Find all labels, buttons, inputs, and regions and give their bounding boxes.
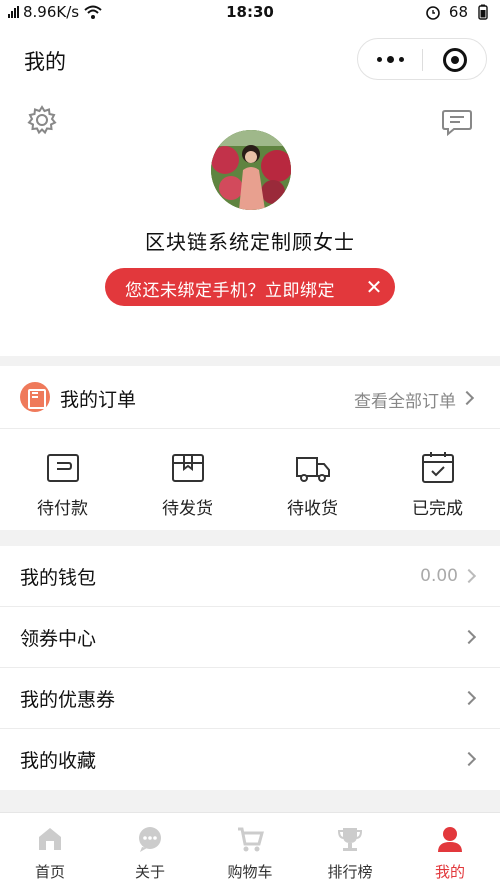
menu-item-coupon-center[interactable]: 领券中心 [0,607,500,668]
user-icon [438,827,462,852]
view-all-orders-link[interactable]: 查看全部订单 [354,387,456,412]
battery-level: 68 [448,3,468,21]
tab-label: 首页 [34,863,65,881]
tab-label: 我的 [434,863,465,881]
tab-label: 关于 [134,863,165,881]
close-icon[interactable]: ✕ [363,275,385,299]
order-item-label: 待付款 [37,499,88,519]
bottom-tab-bar: 首页 关于 购物车 排行榜 我的 [0,812,500,889]
bind-phone-banner[interactable]: 您还未绑定手机？立即绑定 ✕ [105,268,395,306]
orders-header[interactable]: 我的订单 查看全部订单 [0,366,500,429]
status-right: 68 [425,3,490,21]
gear-icon[interactable] [26,104,58,136]
capsule-divider [422,49,423,71]
truck-icon [295,457,330,482]
bind-phone-text[interactable]: 您还未绑定手机？立即绑定 [125,276,335,301]
menu-item-my-coupons[interactable]: 我的优惠券 [0,668,500,729]
tab-label: 排行榜 [327,863,373,881]
menu-list: 我的钱包 0.00 领券中心 我的优惠券 我的收藏 [0,546,500,790]
trophy-icon [337,828,363,851]
package-icon [171,454,204,482]
order-item-completed[interactable]: 已完成 [375,430,500,530]
my-orders-card: 我的订单 查看全部订单 待付款 待发货 待收货 已完成 [0,366,500,530]
tab-label: 购物车 [227,863,273,881]
wallet-balance: 0.00 [420,566,458,586]
more-icon[interactable] [372,52,408,66]
wallet-icon [46,454,79,482]
battery-icon [478,4,488,20]
menu-item-favorites[interactable]: 我的收藏 [0,729,500,790]
alarm-icon [426,6,440,20]
home-icon [39,828,61,850]
order-item-pending-receipt[interactable]: 待收货 [250,430,375,530]
status-bar: 8.96K/s 18:30 68 [0,0,500,26]
order-item-label: 待收货 [287,499,338,519]
cart-icon [238,827,264,852]
menu-item-wallet[interactable]: 我的钱包 0.00 [0,546,500,607]
menu-item-label: 我的优惠券 [20,689,116,711]
order-item-pending-payment[interactable]: 待付款 [0,430,125,530]
order-status-row: 待付款 待发货 待收货 已完成 [0,430,500,530]
orders-title: 我的订单 [60,389,137,411]
order-list-icon [20,382,50,412]
chevron-right-icon [459,390,475,406]
tab-about[interactable]: 关于 [100,813,200,889]
profile-section: 区块链系统定制顾女士 您还未绑定手机？立即绑定 ✕ [0,96,500,356]
tab-ranking[interactable]: 排行榜 [300,813,400,889]
nav-header: 我的 [0,26,500,96]
tab-home[interactable]: 首页 [0,813,100,889]
menu-item-label: 我的钱包 [20,567,97,589]
tab-cart[interactable]: 购物车 [200,813,300,889]
chevron-right-icon [461,690,477,706]
mini-program-capsule [357,38,487,80]
order-item-pending-shipment[interactable]: 待发货 [125,430,250,530]
order-item-label: 已完成 [412,499,463,519]
menu-item-label: 领券中心 [20,628,97,650]
close-mini-program-icon[interactable] [443,48,467,72]
chevron-right-icon [461,751,477,767]
chat-bubble-icon [139,827,161,852]
chevron-right-icon [461,629,477,645]
page-title: 我的 [24,50,66,74]
chevron-right-icon [461,568,477,584]
menu-item-label: 我的收藏 [20,750,97,772]
message-icon[interactable] [440,104,474,138]
avatar[interactable] [211,130,291,210]
avatar-photo [211,130,291,210]
username: 区块链系统定制顾女士 [145,230,355,254]
check-calendar-icon [421,452,454,483]
tab-mine[interactable]: 我的 [400,813,500,889]
order-item-label: 待发货 [162,499,213,519]
